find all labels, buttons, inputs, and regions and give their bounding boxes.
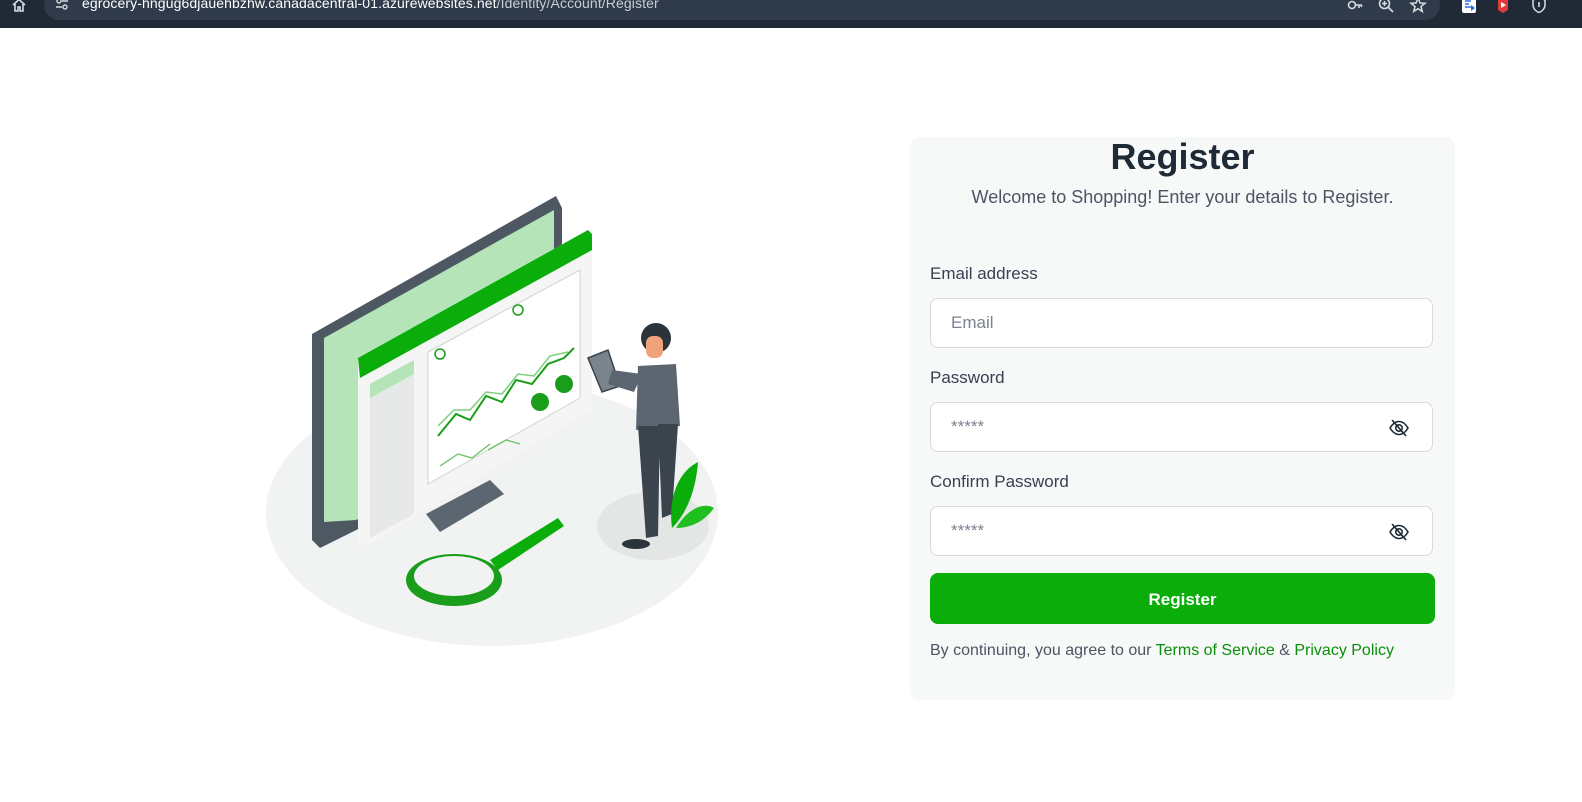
password-label: Password: [930, 368, 1005, 387]
privacy-policy-link[interactable]: Privacy Policy: [1294, 642, 1394, 659]
confirm-password-field-wrapper: [930, 506, 1433, 556]
terms-ampersand: &: [1279, 642, 1290, 659]
register-button[interactable]: Register: [930, 573, 1435, 624]
terms-of-service-link[interactable]: Terms of Service: [1156, 642, 1275, 659]
url-path: /Identity/Account/Register: [496, 0, 659, 11]
eye-slash-icon[interactable]: [1388, 521, 1410, 543]
key-icon[interactable]: [1346, 0, 1364, 14]
browser-toolbar: egrocery-hngug6djauehbzhw.canadacentral-…: [0, 0, 1582, 28]
pdf-extension-icon[interactable]: [1494, 0, 1512, 14]
password-field[interactable]: [951, 403, 1371, 451]
page-subtitle: Welcome to Shopping! Enter your details …: [971, 187, 1394, 207]
analytics-illustration: [266, 196, 718, 646]
terms-notice: By continuing, you agree to our Terms of…: [930, 642, 1394, 660]
star-icon[interactable]: [1409, 0, 1427, 14]
email-field[interactable]: [951, 299, 1371, 347]
extension-icon[interactable]: [1460, 0, 1478, 14]
zoom-icon[interactable]: [1377, 0, 1395, 14]
page-title: Register: [1110, 136, 1255, 177]
home-icon[interactable]: [10, 0, 28, 14]
email-field-wrapper: [930, 298, 1433, 348]
eye-slash-icon[interactable]: [1388, 417, 1410, 439]
email-label: Email address: [930, 264, 1038, 283]
shield-extension-icon[interactable]: [1530, 0, 1548, 14]
password-field-wrapper: [930, 402, 1433, 452]
address-url[interactable]: egrocery-hngug6djauehbzhw.canadacentral-…: [82, 0, 659, 11]
confirm-password-label: Confirm Password: [930, 472, 1069, 491]
confirm-password-field[interactable]: [951, 507, 1371, 555]
site-info-icon[interactable]: [54, 0, 70, 12]
terms-prefix: By continuing, you agree to our: [930, 642, 1152, 659]
url-host: egrocery-hngug6djauehbzhw.canadacentral-…: [82, 0, 497, 11]
